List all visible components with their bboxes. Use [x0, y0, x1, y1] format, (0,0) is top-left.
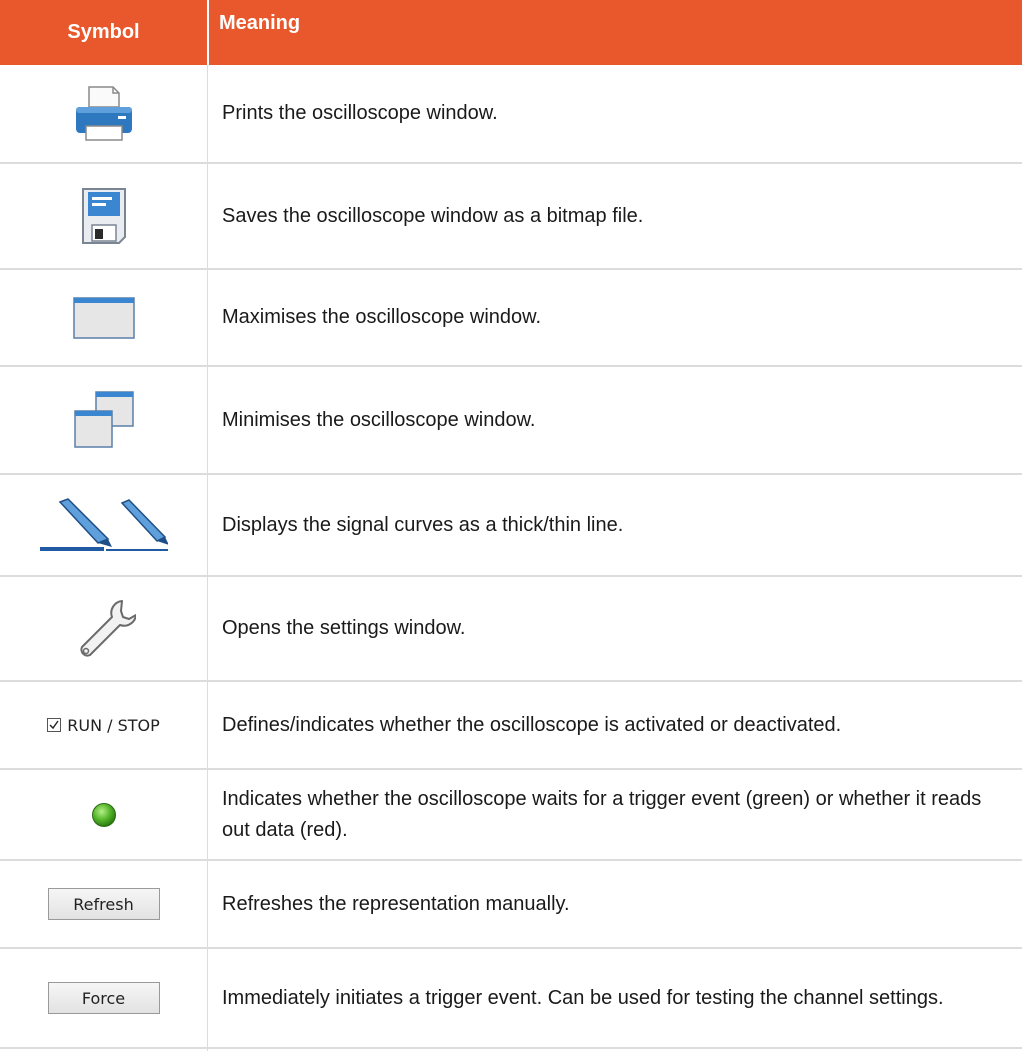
row-text: Immediately initiates a trigger event. C…: [222, 986, 944, 1009]
row-text: Defines/indicates whether the oscillosco…: [222, 713, 842, 736]
row-text: Displays the signal curves as a thick/th…: [222, 513, 624, 536]
printer-icon: [0, 65, 207, 162]
refresh-button[interactable]: Refresh: [47, 888, 160, 920]
checkbox-checked-icon: [47, 718, 62, 732]
table-row: Force Immediately initiates a trigger ev…: [0, 949, 1022, 1047]
table-row: Indicates whether the oscilloscope waits…: [0, 770, 1022, 859]
floppy-disk-icon: [0, 164, 207, 268]
wrench-icon: [0, 577, 207, 680]
table-row: Opens the settings window.: [0, 577, 1022, 680]
table-row: Saves the oscilloscope window as a bitma…: [0, 164, 1022, 268]
table-row: Refresh Refreshes the representation man…: [0, 861, 1022, 947]
row-text: Indicates whether the oscilloscope waits…: [222, 787, 982, 841]
table-row: Maximises the oscilloscope window.: [0, 270, 1022, 365]
table-row: Minimises the oscilloscope window.: [0, 367, 1022, 473]
row-text: Opens the settings window.: [222, 617, 466, 639]
table-row: RUN / STOP Defines/indicates whether the…: [0, 682, 1022, 768]
force-button[interactable]: Force: [47, 982, 160, 1014]
maximise-window-icon: [0, 270, 207, 365]
row-text: Maximises the oscilloscope window.: [222, 306, 542, 328]
pencil-line-thickness-icon: [0, 475, 207, 575]
row-divider: [0, 1047, 1022, 1049]
minimise-window-icon: [0, 367, 207, 473]
row-text: Saves the oscilloscope window as a bitma…: [222, 204, 644, 227]
row-text: Minimises the oscilloscope window.: [222, 408, 536, 431]
row-text: Prints the oscilloscope window.: [222, 102, 498, 124]
table-row: Displays the signal curves as a thick/th…: [0, 475, 1022, 575]
header-meaning: Meaning: [209, 0, 1022, 65]
table-row: Prints the oscilloscope window.: [0, 65, 1022, 162]
green-status-led-icon: [0, 770, 207, 859]
row-text: Refreshes the representation manually.: [222, 892, 570, 915]
run-stop-label: RUN / STOP: [67, 715, 160, 735]
run-stop-checkbox[interactable]: RUN / STOP: [47, 716, 160, 735]
header-symbol: Symbol: [0, 0, 207, 65]
